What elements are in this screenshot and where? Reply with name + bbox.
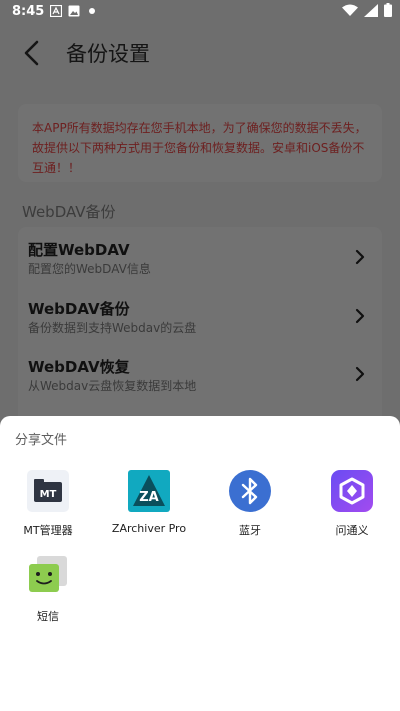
chevron-right-icon <box>355 249 365 265</box>
bluetooth-icon <box>229 470 271 512</box>
status-time: 8:45 <box>12 4 45 19</box>
setting-title: WebDAV恢复 <box>28 358 130 376</box>
share-target-mt-manager[interactable]: MT MT管理器 <box>4 470 92 550</box>
chevron-right-icon <box>355 308 365 324</box>
svg-text:ZA: ZA <box>139 490 159 505</box>
notice-text: 本APP所有数据均存在您手机本地，为了确保您的数据不丢失，故提供以下两种方式用于… <box>32 121 367 175</box>
share-sheet: 分享文件 MT MT管理器 ZA ZArchiver Pro 蓝牙 问通义 短信 <box>0 416 400 711</box>
setting-subtitle: 备份数据到支持Webdav的云盘 <box>28 321 197 335</box>
setting-title: WebDAV备份 <box>28 300 130 318</box>
section-label: WebDAV备份 <box>22 203 116 221</box>
back-button[interactable] <box>18 38 48 68</box>
battery-icon <box>384 3 392 17</box>
page-title: 备份设置 <box>66 42 150 66</box>
share-target-bluetooth[interactable]: 蓝牙 <box>206 470 294 550</box>
app-header: 备份设置 <box>0 24 400 84</box>
share-target-messages[interactable]: 短信 <box>4 556 92 636</box>
share-target-tongyi[interactable]: 问通义 <box>308 470 396 550</box>
share-target-label: ZArchiver Pro <box>111 522 187 535</box>
setting-webdav-backup[interactable]: WebDAV备份 备份数据到支持Webdav的云盘 <box>18 288 382 346</box>
notification-dot-icon <box>89 8 95 14</box>
status-bar: 8:45 <box>0 0 400 24</box>
tongyi-icon <box>331 470 373 512</box>
notification-image-icon <box>68 5 80 17</box>
share-target-label: 问通义 <box>335 524 369 537</box>
wifi-icon <box>342 4 358 16</box>
messages-icon <box>29 556 67 592</box>
share-target-label: 蓝牙 <box>239 524 261 537</box>
zarchiver-icon: ZA <box>128 470 170 512</box>
mt-manager-icon: MT <box>27 470 69 512</box>
share-target-label: MT管理器 <box>23 524 73 537</box>
setting-subtitle: 配置您的WebDAV信息 <box>28 262 151 276</box>
notice-card: 本APP所有数据均存在您手机本地，为了确保您的数据不丢失，故提供以下两种方式用于… <box>18 104 382 182</box>
chevron-right-icon <box>355 366 365 382</box>
setting-config-webdav[interactable]: 配置WebDAV 配置您的WebDAV信息 <box>18 229 382 287</box>
setting-subtitle: 从Webdav云盘恢复数据到本地 <box>28 379 197 393</box>
share-sheet-title: 分享文件 <box>15 433 68 448</box>
share-target-label: 短信 <box>37 610 59 623</box>
notification-a-icon <box>50 5 62 17</box>
setting-webdav-restore[interactable]: WebDAV恢复 从Webdav云盘恢复数据到本地 <box>18 346 382 404</box>
setting-title: 配置WebDAV <box>28 241 130 259</box>
settings-list: 配置WebDAV 配置您的WebDAV信息 WebDAV备份 备份数据到支持We… <box>18 227 382 427</box>
svg-text:MT: MT <box>40 489 57 500</box>
signal-icon <box>364 3 378 17</box>
share-target-zarchiver[interactable]: ZA ZArchiver Pro <box>105 470 193 550</box>
status-indicators <box>342 3 392 17</box>
